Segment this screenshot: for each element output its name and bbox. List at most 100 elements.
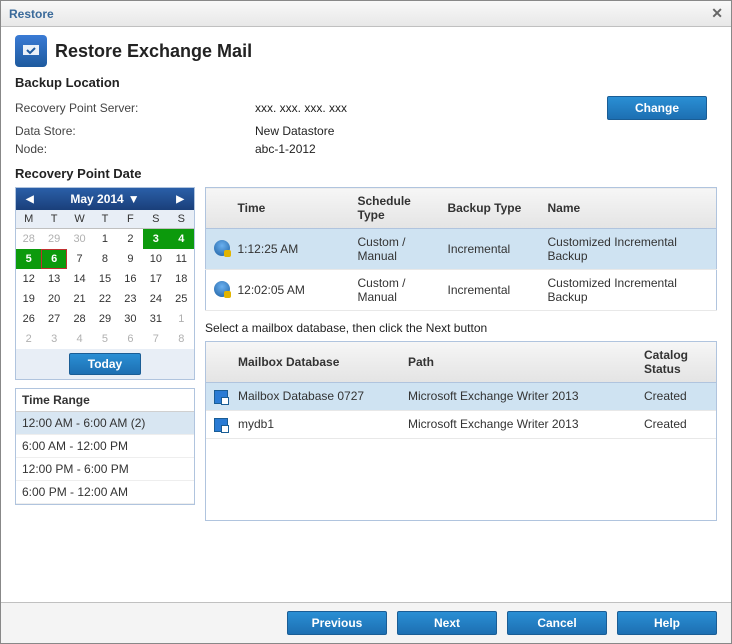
calendar-day[interactable]: 23 xyxy=(118,289,143,309)
cancel-button[interactable]: Cancel xyxy=(507,611,607,635)
calendar-day[interactable]: 1 xyxy=(169,309,194,329)
table-row[interactable]: 1:12:25 AMCustom / ManualIncrementalCust… xyxy=(206,229,717,270)
cell-path: Microsoft Exchange Writer 2013 xyxy=(400,410,636,438)
calendar-day[interactable]: 25 xyxy=(169,289,194,309)
database-icon xyxy=(214,390,228,404)
calendar-day[interactable]: 5 xyxy=(16,249,41,269)
calendar-day[interactable]: 7 xyxy=(143,329,168,349)
calendar-day[interactable]: 6 xyxy=(118,329,143,349)
titlebar: Restore ✕ xyxy=(1,1,731,27)
time-range-item[interactable]: 12:00 AM - 6:00 AM (2) xyxy=(16,412,194,435)
calendar-prev-icon[interactable]: ◀ xyxy=(20,194,40,205)
calendar-day[interactable]: 28 xyxy=(67,309,92,329)
calendar-day[interactable]: 4 xyxy=(169,229,194,249)
mailbox-db-table: Mailbox Database Path Catalog Status Mai… xyxy=(206,342,716,439)
recovery-point-icon xyxy=(214,281,230,297)
datastore-value: New Datastore xyxy=(255,124,607,138)
calendar-day[interactable]: 2 xyxy=(118,229,143,249)
calendar-day[interactable]: 2 xyxy=(16,329,41,349)
help-button[interactable]: Help xyxy=(617,611,717,635)
backup-location-heading: Backup Location xyxy=(15,75,717,90)
calendar-day[interactable]: 26 xyxy=(16,309,41,329)
cell-backup: Incremental xyxy=(440,229,540,270)
calendar-day[interactable]: 12 xyxy=(16,269,41,289)
col-status[interactable]: Catalog Status xyxy=(636,342,716,383)
calendar-day[interactable]: 17 xyxy=(143,269,168,289)
cell-status: Created xyxy=(636,383,716,411)
calendar-day[interactable]: 5 xyxy=(92,329,117,349)
calendar-day[interactable]: 31 xyxy=(143,309,168,329)
restore-icon xyxy=(15,35,47,67)
calendar-day[interactable]: 28 xyxy=(16,229,41,249)
cell-name: Customized Incremental Backup xyxy=(540,270,717,311)
table-row[interactable]: mydb1Microsoft Exchange Writer 2013Creat… xyxy=(206,410,716,438)
close-icon[interactable]: ✕ xyxy=(711,5,723,22)
calendar-day[interactable]: 10 xyxy=(143,249,168,269)
calendar-day[interactable]: 6 xyxy=(41,249,66,269)
calendar: ◀ May 2014 ▼ ▶ MTWTFSS 28293012345678910… xyxy=(15,187,195,380)
server-label: Recovery Point Server: xyxy=(15,101,255,115)
today-button[interactable]: Today xyxy=(69,353,141,375)
calendar-day[interactable]: 24 xyxy=(143,289,168,309)
instruction-text: Select a mailbox database, then click th… xyxy=(205,321,717,335)
time-range-item[interactable]: 6:00 PM - 12:00 AM xyxy=(16,481,194,504)
calendar-day[interactable]: 7 xyxy=(67,249,92,269)
database-icon xyxy=(214,418,228,432)
calendar-next-icon[interactable]: ▶ xyxy=(170,194,190,205)
next-button[interactable]: Next xyxy=(397,611,497,635)
calendar-day[interactable]: 8 xyxy=(92,249,117,269)
calendar-dow: T xyxy=(41,210,66,229)
change-button[interactable]: Change xyxy=(607,96,707,120)
datastore-label: Data Store: xyxy=(15,124,255,138)
cell-schedule: Custom / Manual xyxy=(350,270,440,311)
node-value: abc-1-2012 xyxy=(255,142,607,156)
calendar-day[interactable]: 27 xyxy=(41,309,66,329)
col-db[interactable]: Mailbox Database xyxy=(230,342,400,383)
recovery-point-date-heading: Recovery Point Date xyxy=(15,166,717,181)
calendar-day[interactable]: 30 xyxy=(67,229,92,249)
calendar-day[interactable]: 14 xyxy=(67,269,92,289)
time-range-heading: Time Range xyxy=(16,389,194,412)
cell-schedule: Custom / Manual xyxy=(350,229,440,270)
calendar-day[interactable]: 15 xyxy=(92,269,117,289)
calendar-dow: T xyxy=(92,210,117,229)
col-backup[interactable]: Backup Type xyxy=(440,188,540,229)
table-row[interactable]: Mailbox Database 0727Microsoft Exchange … xyxy=(206,383,716,411)
server-value: xxx. xxx. xxx. xxx xyxy=(255,101,607,115)
calendar-day[interactable]: 16 xyxy=(118,269,143,289)
calendar-day[interactable]: 19 xyxy=(16,289,41,309)
time-range-item[interactable]: 6:00 AM - 12:00 PM xyxy=(16,435,194,458)
cell-path: Microsoft Exchange Writer 2013 xyxy=(400,383,636,411)
chevron-down-icon: ▼ xyxy=(128,192,140,206)
calendar-day[interactable]: 22 xyxy=(92,289,117,309)
calendar-day[interactable]: 13 xyxy=(41,269,66,289)
calendar-day[interactable]: 21 xyxy=(67,289,92,309)
calendar-day[interactable]: 29 xyxy=(41,229,66,249)
col-time[interactable]: Time xyxy=(230,188,350,229)
calendar-day[interactable]: 1 xyxy=(92,229,117,249)
window-title: Restore xyxy=(9,7,54,21)
calendar-day[interactable]: 9 xyxy=(118,249,143,269)
cell-time: 1:12:25 AM xyxy=(230,229,350,270)
calendar-day[interactable]: 4 xyxy=(67,329,92,349)
calendar-day[interactable]: 11 xyxy=(169,249,194,269)
calendar-day[interactable]: 18 xyxy=(169,269,194,289)
calendar-day[interactable]: 3 xyxy=(41,329,66,349)
cell-backup: Incremental xyxy=(440,270,540,311)
col-schedule[interactable]: Schedule Type xyxy=(350,188,440,229)
node-label: Node: xyxy=(15,142,255,156)
calendar-day[interactable]: 20 xyxy=(41,289,66,309)
time-range-item[interactable]: 12:00 PM - 6:00 PM xyxy=(16,458,194,481)
calendar-dow: W xyxy=(67,210,92,229)
calendar-day[interactable]: 8 xyxy=(169,329,194,349)
calendar-day[interactable]: 3 xyxy=(143,229,168,249)
calendar-day[interactable]: 30 xyxy=(118,309,143,329)
table-row[interactable]: 12:02:05 AMCustom / ManualIncrementalCus… xyxy=(206,270,717,311)
calendar-day[interactable]: 29 xyxy=(92,309,117,329)
recovery-point-icon xyxy=(214,240,230,256)
col-path[interactable]: Path xyxy=(400,342,636,383)
col-name[interactable]: Name xyxy=(540,188,717,229)
cell-db: mydb1 xyxy=(230,410,400,438)
previous-button[interactable]: Previous xyxy=(287,611,387,635)
calendar-month-dropdown[interactable]: May 2014 ▼ xyxy=(70,192,139,206)
